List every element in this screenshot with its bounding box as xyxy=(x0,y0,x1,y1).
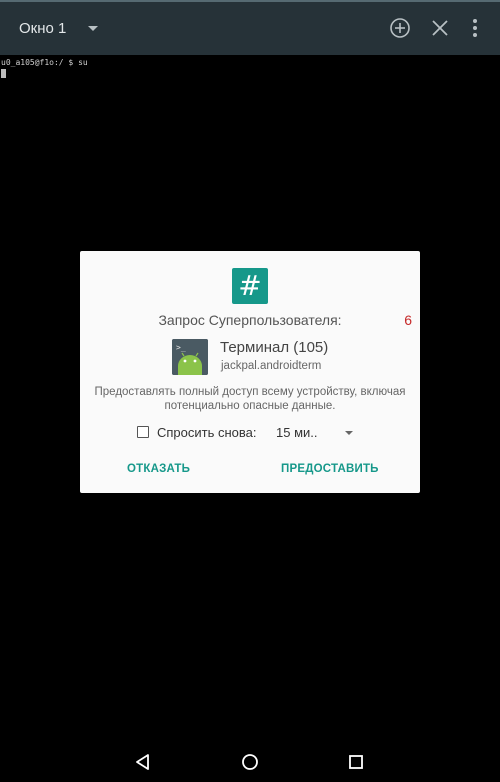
app-name: Терминал (105) xyxy=(220,339,329,356)
back-icon[interactable] xyxy=(133,752,153,772)
recents-icon[interactable] xyxy=(346,752,366,772)
navigation-bar xyxy=(0,742,500,782)
remember-label: Спросить снова: xyxy=(157,425,257,440)
chevron-down-icon[interactable] xyxy=(345,431,353,435)
app-bar: Окно 1 xyxy=(0,0,500,55)
superuser-hash-icon: # xyxy=(232,268,268,304)
add-window-icon[interactable] xyxy=(388,16,412,40)
terminal-app-icon: >_ xyxy=(172,339,208,375)
terminal-prompt: u0_a105@f1o:/ $ su xyxy=(1,58,88,67)
chevron-down-icon xyxy=(88,26,99,31)
terminal-cursor xyxy=(1,69,6,78)
overflow-menu-icon[interactable] xyxy=(463,16,487,40)
dialog-title: Запрос Суперпользователя: xyxy=(158,312,342,328)
home-icon[interactable] xyxy=(240,752,260,772)
window-title: Окно 1 xyxy=(19,20,67,37)
deny-button[interactable]: ОТКАЗАТЬ xyxy=(127,463,190,475)
app-package: jackpal.androidterm xyxy=(221,360,322,372)
svg-text:>_: >_ xyxy=(176,343,186,352)
duration-spinner[interactable]: 15 ми.. xyxy=(276,425,318,440)
grant-button[interactable]: ПРЕДОСТАВИТЬ xyxy=(281,463,379,475)
warning-text: Предоставлять полный доступ всему устрой… xyxy=(94,386,406,412)
close-window-icon[interactable] xyxy=(428,16,452,40)
remember-checkbox[interactable] xyxy=(137,426,149,438)
window-selector[interactable]: Окно 1 xyxy=(19,2,99,55)
superuser-request-dialog: # Запрос Суперпользователя: 6 >_ Термина… xyxy=(80,251,420,493)
countdown-timer: 6 xyxy=(404,312,412,328)
